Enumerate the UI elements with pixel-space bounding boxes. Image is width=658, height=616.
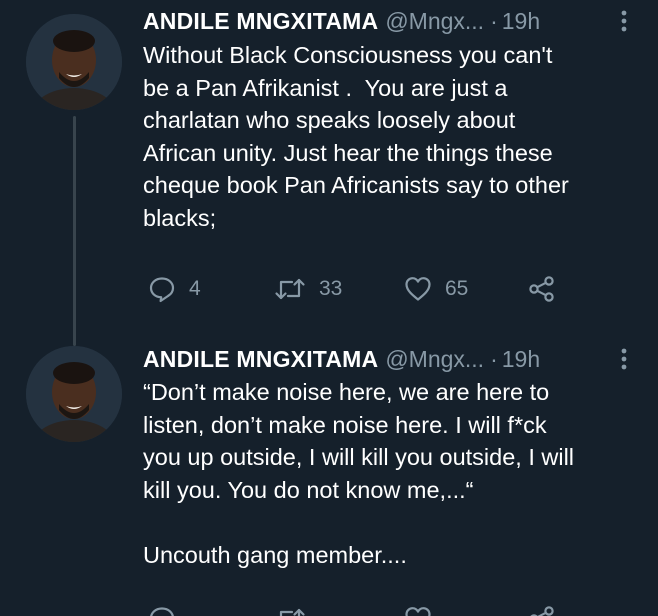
share-button[interactable]	[527, 272, 557, 306]
like-count: 65	[445, 277, 469, 300]
tweet-header: ANDILE MNGXITAMA @Mngx... · 19h	[143, 6, 540, 36]
reply-button[interactable]: 4	[147, 272, 201, 306]
more-vertical-icon	[621, 10, 627, 32]
tweet-text-line: kill you. You do not know me,...“	[143, 476, 474, 503]
timestamp[interactable]: 19h	[502, 346, 540, 373]
tweet-text-line: be a Pan Afrikanist . You are just a	[143, 74, 508, 101]
tweet-text-line: “Don’t make noise here, we are here to	[143, 379, 550, 405]
retweet-button[interactable]: 33	[273, 272, 342, 306]
author-handle[interactable]: @Mngx...	[385, 346, 484, 373]
avatar[interactable]	[26, 14, 122, 110]
share-button[interactable]	[527, 602, 557, 616]
tweet-text-line: Uncouth gang member....	[143, 541, 407, 568]
tweet[interactable]: ANDILE MNGXITAMA @Mngx... · 19h “Don’t m…	[0, 340, 658, 616]
author-handle[interactable]: @Mngx...	[385, 8, 484, 35]
reply-button[interactable]	[147, 602, 177, 616]
separator-dot: ·	[490, 7, 498, 34]
like-button[interactable]: 65	[403, 272, 468, 306]
tweet-text-line: charlatan who speaks loosely about	[143, 107, 516, 134]
more-options-button[interactable]	[612, 344, 636, 374]
more-vertical-icon	[621, 348, 627, 370]
tweet-text-line: cheque book Pan Africanists say to other	[143, 172, 569, 199]
more-options-button[interactable]	[612, 6, 636, 36]
like-button[interactable]	[403, 602, 433, 616]
tweet-text-line: blacks;	[143, 204, 217, 231]
retweet-button[interactable]	[273, 602, 307, 616]
reply-icon	[150, 607, 174, 616]
author-name[interactable]: ANDILE MNGXITAMA	[143, 8, 378, 35]
heart-icon	[405, 607, 431, 616]
tweet-text: “Don’t make noise here, we are here to li…	[143, 376, 648, 572]
author-name[interactable]: ANDILE MNGXITAMA	[143, 346, 378, 373]
reply-count: 4	[189, 277, 201, 300]
avatar-image	[26, 346, 122, 442]
tweet-actions: 4 33 65	[143, 272, 573, 306]
tweet-text-line: listen, don’t make noise here. I will f*…	[143, 411, 547, 438]
avatar-image	[26, 14, 122, 110]
retweet-icon	[279, 608, 305, 616]
timestamp[interactable]: 19h	[502, 8, 540, 35]
share-icon	[530, 606, 554, 616]
reply-icon	[149, 277, 175, 303]
retweet-count: 33	[319, 277, 343, 300]
tweet[interactable]: ANDILE MNGXITAMA @Mngx... · 19h Without …	[0, 0, 658, 346]
tweet-actions	[143, 602, 573, 616]
tweet-text-line: you up outside, I will kill you outside,…	[143, 444, 575, 471]
avatar[interactable]	[26, 346, 122, 442]
separator-dot: ·	[490, 345, 498, 372]
tweet-text-line: African unity. Just hear the things thes…	[143, 139, 553, 166]
heart-icon	[405, 277, 431, 301]
tweet-text-line: Without Black Consciousness you can't	[143, 42, 553, 68]
tweet-text: Without Black Consciousness you can't be …	[143, 39, 648, 235]
share-icon	[529, 276, 554, 302]
tweet-header: ANDILE MNGXITAMA @Mngx... · 19h	[143, 344, 540, 374]
thread-connector	[73, 116, 76, 346]
retweet-icon	[275, 278, 305, 300]
